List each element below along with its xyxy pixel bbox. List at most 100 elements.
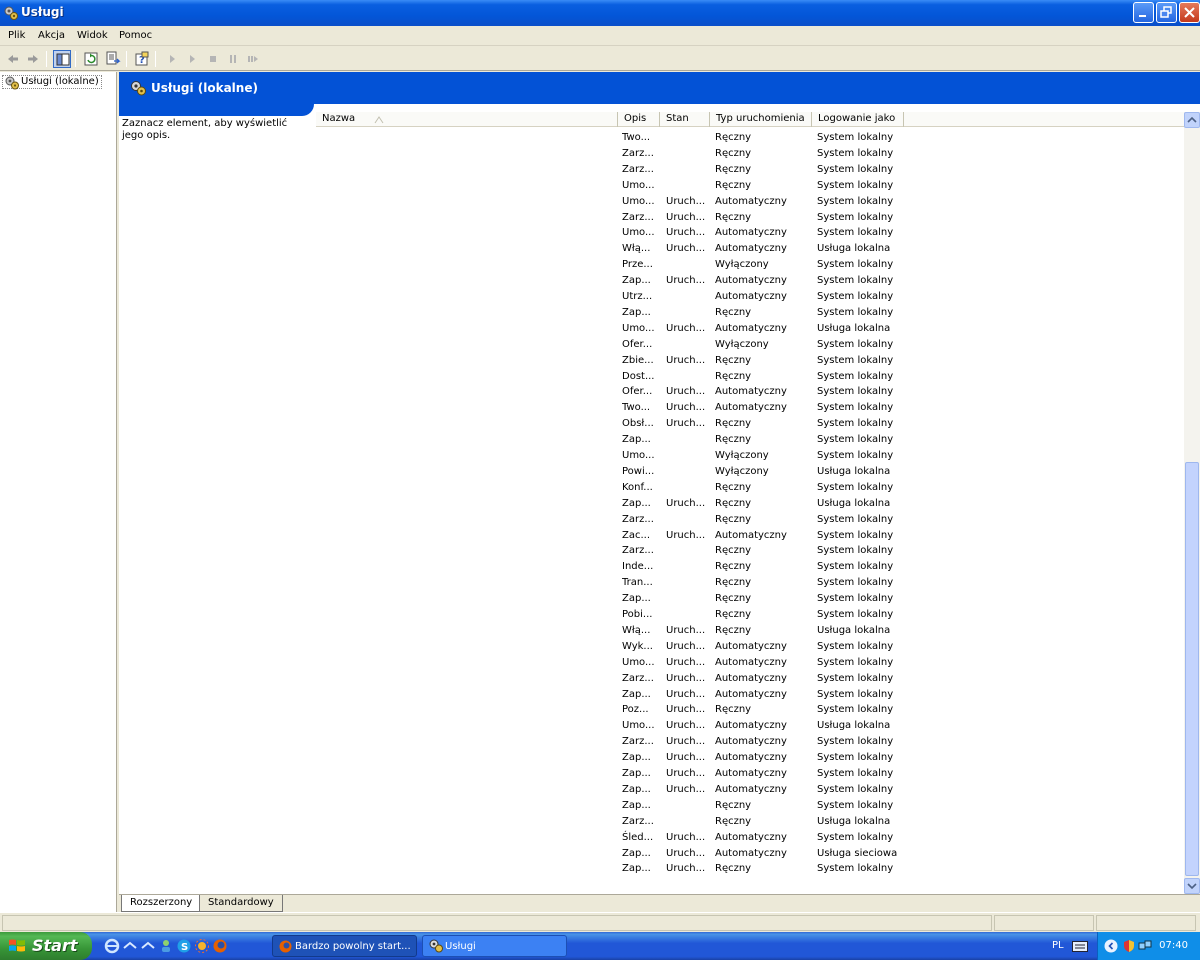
- table-row[interactable]: MS Software Shadow Copy ProviderZarz...R…: [316, 162, 1184, 178]
- table-row[interactable]: Menedżer połączeń usługi Dostęp zdalnyTw…: [316, 130, 1184, 146]
- table-row[interactable]: Usługa dostarczania sieciZarz...RęcznySy…: [316, 543, 1184, 559]
- table-row[interactable]: Zdalne wywoływanie procedur (RPC)Zap...U…: [316, 846, 1184, 862]
- forward-button[interactable]: [24, 50, 42, 68]
- column-header-logon-as[interactable]: Logowanie jako: [812, 112, 904, 127]
- table-row[interactable]: WebClientUmo...Uruch...AutomatycznyUsług…: [316, 718, 1184, 734]
- scroll-down-button[interactable]: [1184, 878, 1200, 894]
- table-row[interactable]: System zdarzeń COM+Obsł...Uruch...Ręczny…: [316, 416, 1184, 432]
- scroll-up-button[interactable]: [1184, 112, 1200, 128]
- table-row[interactable]: Zasilacz awaryjny (UPS)Zarz...RęcznyUsłu…: [316, 814, 1184, 830]
- table-row[interactable]: Pomoc TCP/IP NetBIOSWłą...Uruch...Automa…: [316, 241, 1184, 257]
- table-row[interactable]: Urządzenie alarmowePowi...WyłączonyUsług…: [316, 464, 1184, 480]
- arrow-left-icon: [8, 55, 18, 63]
- table-row[interactable]: Usługa numeru seryjnego multimediów prze…: [316, 607, 1184, 623]
- tree-node-services-local[interactable]: Usługi (lokalne): [2, 75, 102, 90]
- network-status-icon[interactable]: [1138, 939, 1152, 953]
- table-row[interactable]: Zawiadomienie o zdarzeniu systemowymŚled…: [316, 830, 1184, 846]
- service-description-cell: Powi...: [622, 465, 655, 477]
- service-description-cell: Zarz...: [622, 815, 654, 827]
- taskbar-item-firefox[interactable]: Bardzo powolny start...: [272, 935, 417, 957]
- scroll-thumb[interactable]: [1185, 462, 1199, 876]
- table-row[interactable]: Zgodność szybkiego przełączania użytkown…: [316, 861, 1184, 877]
- firefox-icon[interactable]: [212, 938, 228, 954]
- table-row[interactable]: Usługa NT LM Security Support ProviderZa…: [316, 591, 1184, 607]
- services-list[interactable]: Nazwa Opis Stan Typ uruchomienia Logowan…: [316, 112, 1200, 894]
- table-row[interactable]: Usługi terminalowePoz...Uruch...RęcznySy…: [316, 702, 1184, 718]
- restart-icon: [248, 56, 258, 62]
- taskbar-item-services[interactable]: Usługi: [422, 935, 567, 957]
- start-button[interactable]: Start: [0, 932, 92, 960]
- network-icon[interactable]: [140, 938, 156, 954]
- table-row[interactable]: Usługa inteligentnego transferu w tleTra…: [316, 575, 1184, 591]
- table-row[interactable]: Windows AudioZarz...Uruch...Automatyczny…: [316, 734, 1184, 750]
- title-bar[interactable]: Usługi: [0, 0, 1200, 26]
- service-description-cell: Zarz...: [622, 163, 654, 175]
- stop-service-button[interactable]: [204, 50, 222, 68]
- security-center-icon[interactable]: [1122, 939, 1136, 953]
- table-row[interactable]: Plug and PlayUmo...Uruch...AutomatycznyS…: [316, 194, 1184, 210]
- table-row[interactable]: Zarządzanie aplikacjamiZap...RęcznySyste…: [316, 798, 1184, 814]
- table-row[interactable]: Program uruchamiający proces serwera DCO…: [316, 273, 1184, 289]
- table-row[interactable]: Usługa administracyjna Menedżera dysków …: [316, 480, 1184, 496]
- chevron-left-icon[interactable]: [1104, 939, 1118, 953]
- properties-button[interactable]: ?: [133, 50, 151, 68]
- table-row[interactable]: Usługa przywracania systemuWyk...Uruch..…: [316, 639, 1184, 655]
- table-row[interactable]: QoS RSVPZap...RęcznySystem lokalny: [316, 305, 1184, 321]
- pause-service-button[interactable]: [224, 50, 242, 68]
- sun-icon[interactable]: [194, 938, 210, 954]
- table-row[interactable]: Usługi kryptograficzneZap...Uruch...Auto…: [316, 687, 1184, 703]
- table-row[interactable]: Usługa Czas systemu WindowsZac...Uruch..…: [316, 528, 1184, 544]
- table-row[interactable]: Usługa indeksowaniaInde...RęcznySystem l…: [316, 559, 1184, 575]
- language-indicator[interactable]: PL: [1052, 940, 1064, 951]
- column-header-startup-type[interactable]: Typ uruchomienia: [710, 112, 812, 127]
- back-button[interactable]: [4, 50, 22, 68]
- table-row[interactable]: Usługa bramy warstwy aplikacjiZap...Uruc…: [316, 496, 1184, 512]
- menu-pomoc[interactable]: Pomoc: [119, 30, 152, 41]
- tab-standard[interactable]: Standardowy: [199, 895, 283, 912]
- network-icon[interactable]: [122, 938, 138, 954]
- minimize-button[interactable]: [1133, 2, 1154, 23]
- internet-explorer-icon[interactable]: [104, 938, 120, 954]
- table-row[interactable]: Usługa odnajdywania SSDPWłą...Uruch...Rę…: [316, 623, 1184, 639]
- keyboard-icon[interactable]: [1072, 941, 1088, 952]
- table-row[interactable]: Wykrywanie sprzętu powłokiZap...Uruch...…: [316, 766, 1184, 782]
- maximize-button[interactable]: [1156, 2, 1177, 23]
- service-startup-type-cell: Ręczny: [715, 497, 752, 509]
- table-row[interactable]: Usługa raportowania błędówUmo...Uruch...…: [316, 655, 1184, 671]
- tab-extended[interactable]: Rozszerzony: [121, 895, 202, 912]
- menu-widok[interactable]: Widok: [77, 30, 108, 41]
- menu-akcja[interactable]: Akcja: [38, 30, 65, 41]
- table-row[interactable]: Przeglądarka komputeraUtrz...Automatyczn…: [316, 289, 1184, 305]
- pause-resume-button[interactable]: [184, 50, 202, 68]
- column-header-name[interactable]: Nazwa: [316, 112, 618, 127]
- column-header-status[interactable]: Stan: [660, 112, 710, 127]
- messenger-icon[interactable]: [158, 938, 174, 954]
- table-row[interactable]: TelefoniaZap...RęcznySystem lokalny: [316, 432, 1184, 448]
- table-row[interactable]: Rozpoznawanie lokalizacji w sieci (NLA)Z…: [316, 353, 1184, 369]
- table-row[interactable]: Pomoc i obsługa technicznaUmo...Uruch...…: [316, 225, 1184, 241]
- skype-icon[interactable]: S: [176, 938, 192, 954]
- table-row[interactable]: Menedżer sesji pomocy pulpitu zdalnegoZa…: [316, 146, 1184, 162]
- restart-service-button[interactable]: [244, 50, 262, 68]
- close-button[interactable]: [1179, 2, 1200, 23]
- table-row[interactable]: Usługa COM nagrywania dysków CD IMAPIZar…: [316, 512, 1184, 528]
- column-header-description[interactable]: Opis: [618, 112, 660, 127]
- table-row[interactable]: SerwerOfer...Uruch...AutomatycznySystem …: [316, 384, 1184, 400]
- menu-plik[interactable]: Plik: [8, 30, 25, 41]
- refresh-button[interactable]: [82, 50, 100, 68]
- export-list-button[interactable]: [104, 50, 122, 68]
- table-row[interactable]: Rozszerzenia sterownika Instrumentacji z…: [316, 369, 1184, 385]
- vertical-scrollbar[interactable]: [1184, 112, 1200, 894]
- table-row[interactable]: Usługi IPSECZarz...Uruch...AutomatycznyS…: [316, 671, 1184, 687]
- start-service-button[interactable]: [164, 50, 182, 68]
- table-row[interactable]: Zapora systemu Windows/Udostępnianie poł…: [316, 782, 1184, 798]
- show-hide-tree-button[interactable]: [53, 50, 71, 68]
- table-row[interactable]: Stacja roboczaTwo...Uruch...Automatyczny…: [316, 400, 1184, 416]
- table-row[interactable]: Rejestr zdalnyUmo...Uruch...Automatyczny…: [316, 321, 1184, 337]
- table-row[interactable]: Windows Image Acquisition (WIA)Zap...Uru…: [316, 750, 1184, 766]
- table-row[interactable]: NetMeeting Remote Desktop SharingUmo...R…: [316, 178, 1184, 194]
- table-row[interactable]: TelnetUmo...WyłączonySystem lokalny: [316, 448, 1184, 464]
- table-row[interactable]: Routing i dostęp zdalnyOfer...WyłączonyS…: [316, 337, 1184, 353]
- table-row[interactable]: Połączenia siecioweZarz...Uruch...Ręczny…: [316, 210, 1184, 226]
- table-row[interactable]: PosłaniecPrze...WyłączonySystem lokalny: [316, 257, 1184, 273]
